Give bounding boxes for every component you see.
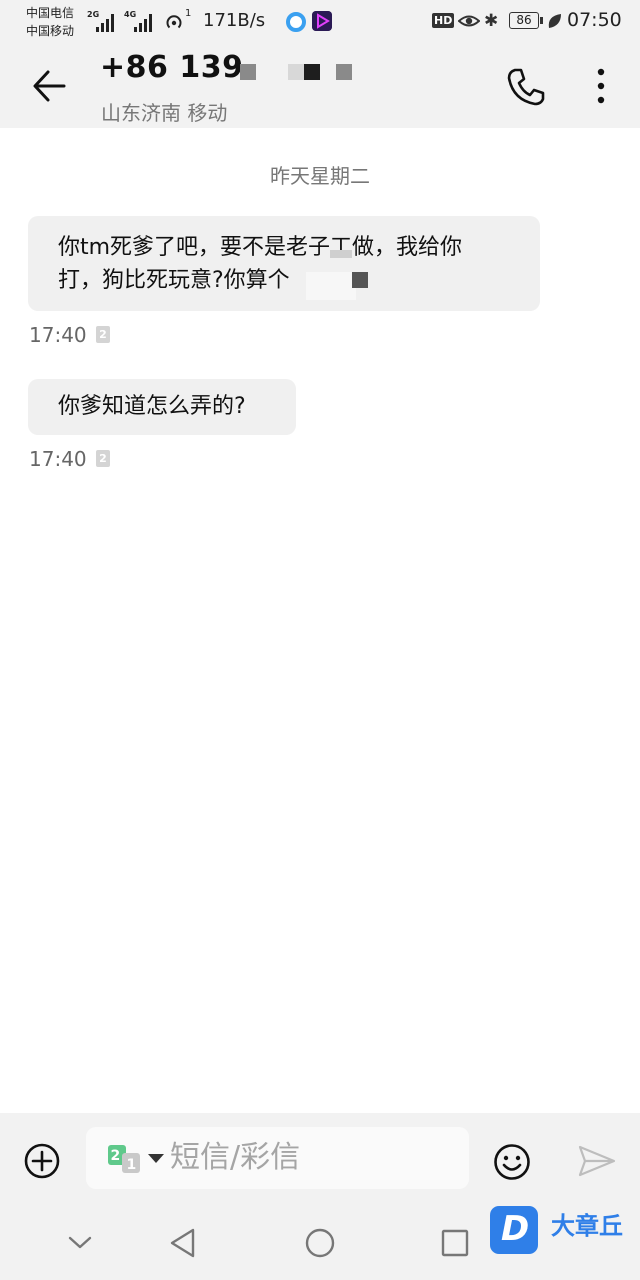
- sim-card-icon: 2: [96, 450, 110, 467]
- hotspot-count: 1: [185, 8, 192, 19]
- hide-nav-chevron-down-icon[interactable]: [68, 1235, 92, 1251]
- more-options-icon[interactable]: [586, 66, 616, 108]
- message-composer: 2 1: [0, 1113, 640, 1205]
- phone-call-icon[interactable]: [505, 66, 547, 108]
- send-icon[interactable]: [578, 1145, 616, 1177]
- sim-card-icon: 2: [96, 326, 110, 343]
- conversation-header: +86 139 山东济南 移动: [0, 44, 640, 128]
- hd-badge: HD: [432, 13, 455, 28]
- system-navigation-bar: [0, 1205, 640, 1280]
- bluetooth-icon: ✱: [484, 11, 499, 31]
- eye-comfort-icon: [458, 15, 480, 27]
- contact-location: 山东济南 移动: [101, 101, 228, 125]
- status-bar: 中国电信 中国移动 2G 4G 1 171B/s HD ✱ 86 07:50: [0, 0, 640, 44]
- sim-primary-label: 2: [111, 1148, 121, 1164]
- carrier-1: 中国电信: [26, 6, 75, 20]
- message-bubble[interactable]: 你tm死爹了吧，要不是老子工做，我给你 打，狗比死玩意?你算个: [28, 216, 540, 311]
- battery-indicator: 86: [509, 12, 539, 29]
- nav-home-circle-icon[interactable]: [304, 1227, 336, 1259]
- message-input-box[interactable]: 2 1: [86, 1127, 469, 1189]
- app-notification-icon: [286, 12, 306, 32]
- signal-icon: [134, 12, 156, 32]
- message-time: 17:40: [29, 323, 87, 347]
- message-text-line: 你tm死爹了吧，要不是老子工做，我给你: [58, 235, 463, 260]
- message-time: 17:40: [29, 447, 87, 471]
- signal-icon: [96, 12, 118, 32]
- sms-conversation-screen: 中国电信 中国移动 2G 4G 1 171B/s HD ✱ 86 07:50 +…: [0, 0, 640, 1280]
- video-app-icon: [312, 11, 332, 31]
- watermark-letter: D: [501, 1209, 530, 1249]
- message-bubble[interactable]: 你爹知道怎么弄的?: [28, 379, 296, 435]
- hotspot-icon: [166, 15, 182, 29]
- watermark-brand: 大章丘: [551, 1212, 623, 1240]
- sim-switch-icon[interactable]: 2 1: [108, 1145, 142, 1173]
- message-text-line: 你爹知道怎么弄的?: [58, 394, 246, 419]
- message-text-line: 打，狗比死玩意?你算个: [58, 268, 290, 293]
- contact-number: +86 139: [100, 50, 244, 85]
- sim-secondary-label: 1: [127, 1157, 137, 1173]
- sim-dropdown-caret-icon[interactable]: [148, 1154, 164, 1163]
- redaction-mosaic: [336, 64, 352, 80]
- redaction-mosaic: [304, 64, 320, 80]
- status-clock: 07:50: [567, 9, 622, 31]
- redaction-mosaic: [306, 272, 356, 300]
- carrier-names: 中国电信 中国移动: [26, 4, 74, 40]
- redaction-mosaic: [330, 250, 352, 258]
- emoji-icon[interactable]: [493, 1143, 531, 1181]
- nav-back-triangle-icon[interactable]: [168, 1227, 198, 1259]
- power-saving-leaf-icon: [548, 14, 561, 28]
- network-speed: 171B/s: [203, 10, 266, 31]
- redaction-mosaic: [240, 64, 256, 80]
- message-input[interactable]: [170, 1137, 460, 1177]
- nav-recents-square-icon[interactable]: [440, 1228, 470, 1258]
- redaction-mosaic: [288, 64, 304, 80]
- redaction-mosaic: [352, 272, 368, 288]
- date-divider: 昨天星期二: [270, 164, 370, 188]
- battery-tip: [540, 17, 543, 24]
- watermark-logo: D: [490, 1206, 538, 1254]
- back-arrow-icon[interactable]: [30, 66, 70, 106]
- add-attachment-icon[interactable]: [24, 1143, 60, 1179]
- carrier-2: 中国移动: [26, 24, 75, 38]
